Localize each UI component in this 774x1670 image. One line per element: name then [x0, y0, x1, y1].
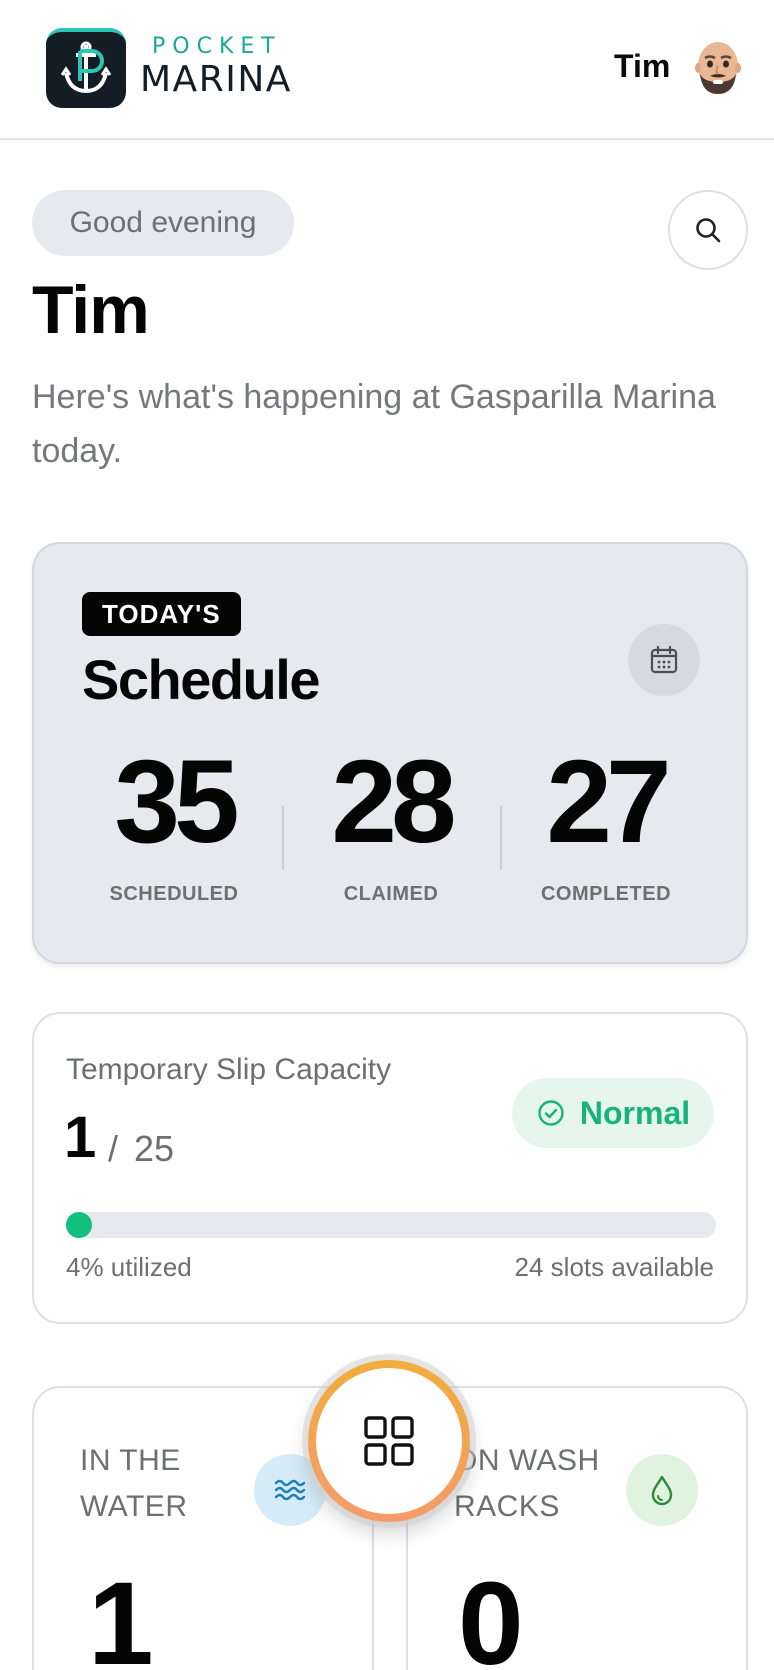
in-the-water-label-line1: IN THE — [80, 1444, 181, 1477]
capacity-progress-fill — [66, 1212, 92, 1238]
capacity-separator: / — [108, 1128, 119, 1169]
brand-small-text: POCKET — [152, 34, 282, 59]
memoji-avatar-icon — [695, 42, 741, 94]
slip-capacity-card[interactable]: Temporary Slip Capacity 1 / 25 Normal 4%… — [32, 1012, 748, 1324]
stat-claimed-label: CLAIMED — [343, 883, 439, 905]
capacity-progress-bar — [66, 1212, 716, 1238]
header-user-name[interactable]: Tim — [614, 44, 670, 88]
app-screen: POCKET MARINA Tim Good evening Tim Here'… — [0, 0, 774, 1670]
stat-claimed-value: 28 — [331, 736, 456, 868]
search-icon — [696, 218, 721, 243]
stat-divider — [500, 806, 502, 870]
in-the-water-label: IN THE WATER — [80, 1438, 280, 1530]
calendar-button[interactable] — [628, 624, 700, 696]
schedule-card[interactable]: TODAY'S Schedule 35 SCHEDULED 28 CLAIMED — [32, 542, 748, 964]
user-avatar[interactable] — [694, 40, 742, 96]
greeting-subtitle: Here's what's happening at Gasparilla Ma… — [32, 378, 716, 470]
calendar-icon — [650, 645, 678, 674]
brand-big-text: MARINA — [140, 59, 292, 100]
stat-completed[interactable]: 27 COMPLETED — [506, 736, 706, 906]
anchor-p-logo-icon — [60, 41, 112, 94]
capacity-title: Temporary Slip Capacity — [66, 1053, 392, 1086]
greeting-name: Tim — [32, 272, 150, 348]
stat-scheduled[interactable]: 35 SCHEDULED — [74, 736, 274, 906]
capacity-current: 1 — [64, 1105, 97, 1170]
main-menu-button[interactable] — [308, 1360, 470, 1522]
greeting-pill: Good evening — [32, 190, 294, 256]
stat-claimed[interactable]: 28 CLAIMED — [291, 736, 491, 906]
stat-scheduled-label: SCHEDULED — [109, 883, 239, 905]
top-header: POCKET MARINA Tim — [0, 0, 774, 140]
droplet-icon — [651, 1475, 673, 1506]
stat-divider — [282, 806, 284, 870]
stat-scheduled-value: 35 — [114, 736, 239, 868]
stat-completed-label: COMPLETED — [540, 883, 672, 905]
brand-wordmark: POCKET MARINA — [140, 34, 292, 100]
stat-completed-value: 27 — [546, 736, 671, 868]
on-wash-racks-label-line2: RACKS — [454, 1490, 560, 1523]
search-button[interactable] — [668, 190, 748, 270]
check-circle-icon — [538, 1100, 564, 1126]
status-text: Normal — [579, 1095, 691, 1131]
todays-badge: TODAY'S — [82, 592, 241, 636]
on-wash-racks-label-line1: ON WASH — [454, 1444, 600, 1477]
capacity-total: 25 — [134, 1128, 175, 1169]
waves-icon — [274, 1479, 306, 1501]
on-wash-racks-label: ON WASH RACKS — [454, 1438, 654, 1530]
main-menu-button-inner — [316, 1368, 462, 1514]
capacity-utilized-text: 4% utilized — [66, 1252, 192, 1282]
schedule-title: Schedule — [82, 648, 320, 711]
droplet-icon-badge — [626, 1454, 698, 1526]
on-wash-racks-value: 0 — [458, 1558, 524, 1670]
brand-logo[interactable] — [46, 28, 126, 108]
grid-icon — [364, 1416, 414, 1466]
in-the-water-label-line2: WATER — [80, 1490, 188, 1523]
capacity-available-text: 24 slots available — [514, 1252, 714, 1282]
in-the-water-value: 1 — [88, 1558, 154, 1670]
status-badge: Normal — [512, 1078, 714, 1148]
